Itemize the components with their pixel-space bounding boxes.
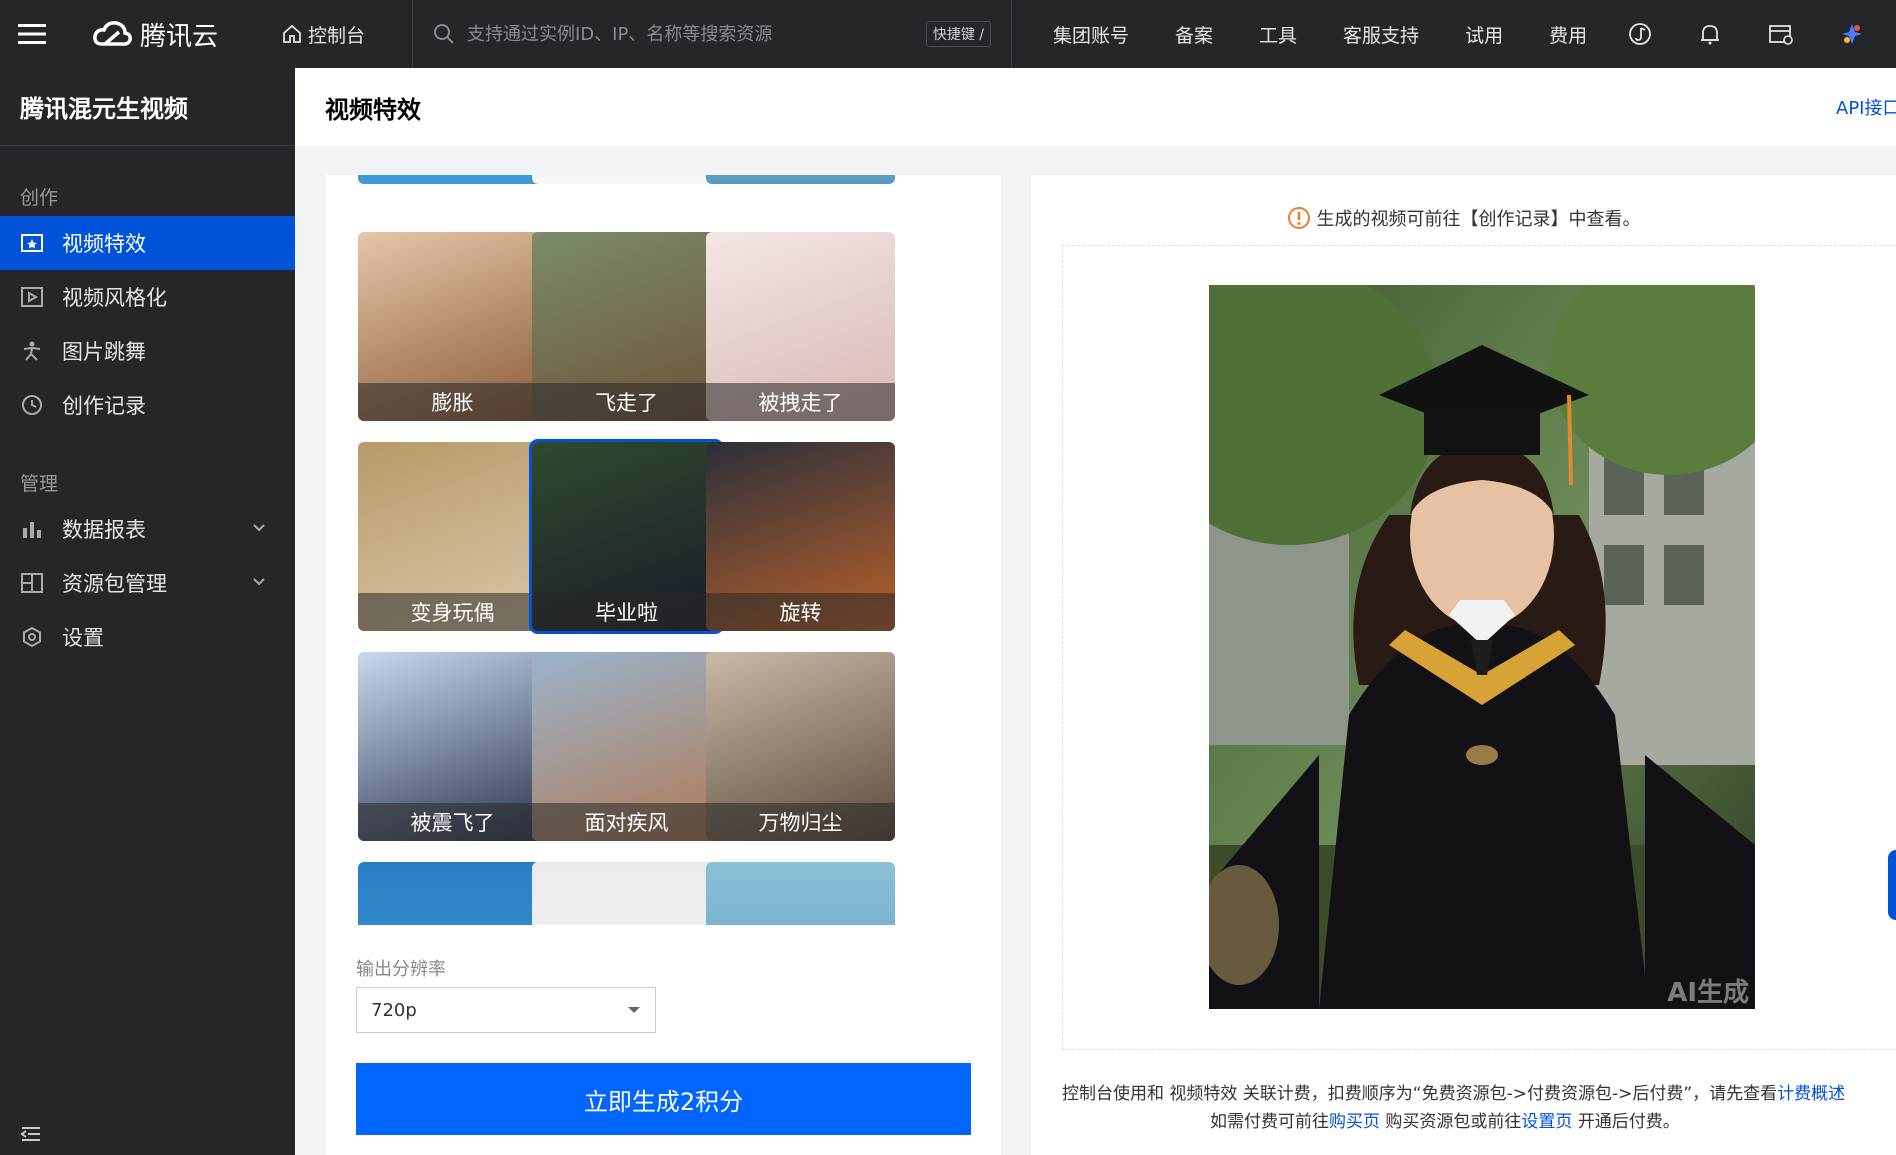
settings-page-link[interactable]: 设置页 [1521, 1112, 1572, 1132]
brand-name: 腾讯云 [140, 21, 219, 52]
sidebar: 腾讯混元生视频 创作 视频特效 视频风格化 图片跳舞 创作记录 管理 数据报表 … [0, 68, 295, 1155]
preview-video[interactable]: AI生成 [1209, 285, 1755, 1009]
settings-icon [23, 626, 41, 648]
preview-panel: 生成的视频可前往【创作记录】中查看。 AI生成 控制台使用和 视频特效 关联计费… [1031, 175, 1896, 1155]
effect-card-partial[interactable] [358, 862, 547, 925]
effect-card[interactable]: 被震飞了 [358, 652, 547, 841]
effects-panel: 膨胀 飞走了 被拽走了变身玩偶 毕业啦 旋转被震飞了 面对疾风 万物归尘 输出分辨率 720… [326, 175, 1001, 1155]
nav-filing[interactable]: 备案 [1175, 21, 1213, 48]
nav-trial[interactable]: 试用 [1465, 21, 1503, 48]
graduate-image [1209, 285, 1755, 1009]
brand-logo[interactable]: 腾讯云 [92, 16, 242, 53]
nav-group-account[interactable]: 集团账号 [1053, 21, 1129, 48]
effect-card[interactable]: 毕业啦 [529, 439, 724, 634]
cloud-logo-icon [93, 21, 132, 46]
effect-card-label: 旋转 [706, 593, 895, 631]
nav-billing[interactable]: 费用 [1549, 21, 1587, 48]
effect-card-label: 万物归尘 [706, 803, 895, 841]
effect-card[interactable]: 旋转 [706, 442, 895, 631]
shortcut-hint: 快捷键 / [925, 21, 991, 47]
search-icon [434, 24, 454, 44]
effect-card[interactable]: 飞走了 [532, 232, 721, 421]
nav-support[interactable]: 客服支持 [1343, 21, 1419, 48]
sidebar-group-create: 创作 [20, 187, 59, 209]
sidebar-item-video-effects[interactable]: 视频特效 [0, 216, 295, 270]
pricing-link[interactable]: 计费概述 [1777, 1084, 1845, 1104]
video-effect-icon [21, 234, 43, 252]
nav-icons [1628, 22, 1864, 46]
effect-card-label: 膨胀 [358, 383, 547, 421]
effect-card-label: 面对疾风 [532, 803, 721, 841]
package-icon [21, 573, 43, 593]
effect-card-label: 被拽走了 [706, 383, 895, 421]
notice: 生成的视频可前往【创作记录】中查看。 [1031, 205, 1896, 231]
collapse-sidebar-icon[interactable] [20, 1125, 42, 1147]
console-link[interactable]: 控制台 [282, 21, 412, 48]
effect-card-label: 变身玩偶 [358, 593, 547, 631]
chart-icon [23, 522, 41, 538]
top-nav: 腾讯云 控制台 快捷键 / 集团账号 备案 工具 客服支持 试用 费用 [0, 0, 1896, 68]
home-icon [283, 24, 301, 43]
chevron-down-icon [253, 524, 265, 532]
bell-icon[interactable] [1698, 22, 1722, 46]
effect-card-partial[interactable] [706, 175, 895, 184]
effect-card-partial[interactable] [706, 862, 895, 925]
resolution-select[interactable]: 720p [356, 987, 656, 1033]
effect-card-label: 飞走了 [532, 383, 721, 421]
effect-card[interactable]: 被拽走了 [706, 232, 895, 421]
effect-card-partial[interactable] [532, 175, 721, 184]
video-style-icon [21, 287, 43, 307]
cart-icon[interactable] [1768, 22, 1794, 46]
search-input[interactable] [467, 23, 914, 45]
api-link[interactable]: API接口 [1836, 94, 1896, 120]
sidebar-item-packages[interactable]: 资源包管理 [0, 556, 295, 610]
sidebar-group-manage: 管理 [20, 473, 59, 495]
effect-card[interactable]: 膨胀 [358, 232, 547, 421]
menu-icon[interactable] [0, 0, 64, 68]
effect-card[interactable]: 面对疾风 [532, 652, 721, 841]
effect-card-label: 毕业啦 [532, 593, 721, 631]
sidebar-item-history[interactable]: 创作记录 [0, 378, 295, 432]
caret-down-icon [628, 1007, 640, 1013]
app-icon[interactable] [1840, 22, 1864, 46]
nav-links: 集团账号 备案 工具 客服支持 试用 费用 [1030, 21, 1610, 48]
page-header: 视频特效 API接口 [295, 68, 1896, 146]
floating-side-tab[interactable] [1888, 850, 1896, 920]
history-icon [22, 395, 42, 415]
ai-watermark: AI生成 [1667, 978, 1749, 1008]
generate-button[interactable]: 立即生成2积分 [356, 1063, 971, 1135]
dance-icon [23, 341, 41, 361]
warning-icon [1287, 207, 1310, 229]
effect-card[interactable]: 万物归尘 [706, 652, 895, 841]
effects-grid: 膨胀 飞走了 被拽走了变身玩偶 毕业啦 旋转被震飞了 面对疾风 万物归尘 [358, 175, 972, 925]
sidebar-item-video-style[interactable]: 视频风格化 [0, 270, 295, 324]
search-bar: 快捷键 / [412, 0, 1012, 68]
effect-card-partial[interactable] [532, 862, 721, 925]
chevron-down-icon [253, 578, 265, 586]
currency-icon[interactable] [1628, 22, 1652, 46]
product-title: 腾讯混元生视频 [0, 68, 295, 146]
sidebar-item-reports[interactable]: 数据报表 [0, 502, 295, 556]
page-title: 视频特效 [325, 95, 421, 124]
effect-card-partial[interactable] [358, 175, 547, 184]
effect-card-label: 被震飞了 [358, 803, 547, 841]
billing-note: 控制台使用和 视频特效 关联计费，扣费顺序为“免费资源包->付费资源包->后付费… [1062, 1084, 1846, 1132]
nav-tools[interactable]: 工具 [1259, 21, 1297, 48]
effect-card[interactable]: 变身玩偶 [358, 442, 547, 631]
purchase-link[interactable]: 购买页 [1329, 1112, 1380, 1132]
resolution-label: 输出分辨率 [356, 959, 446, 980]
sidebar-item-settings[interactable]: 设置 [0, 610, 295, 664]
sidebar-item-image-dance[interactable]: 图片跳舞 [0, 324, 295, 378]
